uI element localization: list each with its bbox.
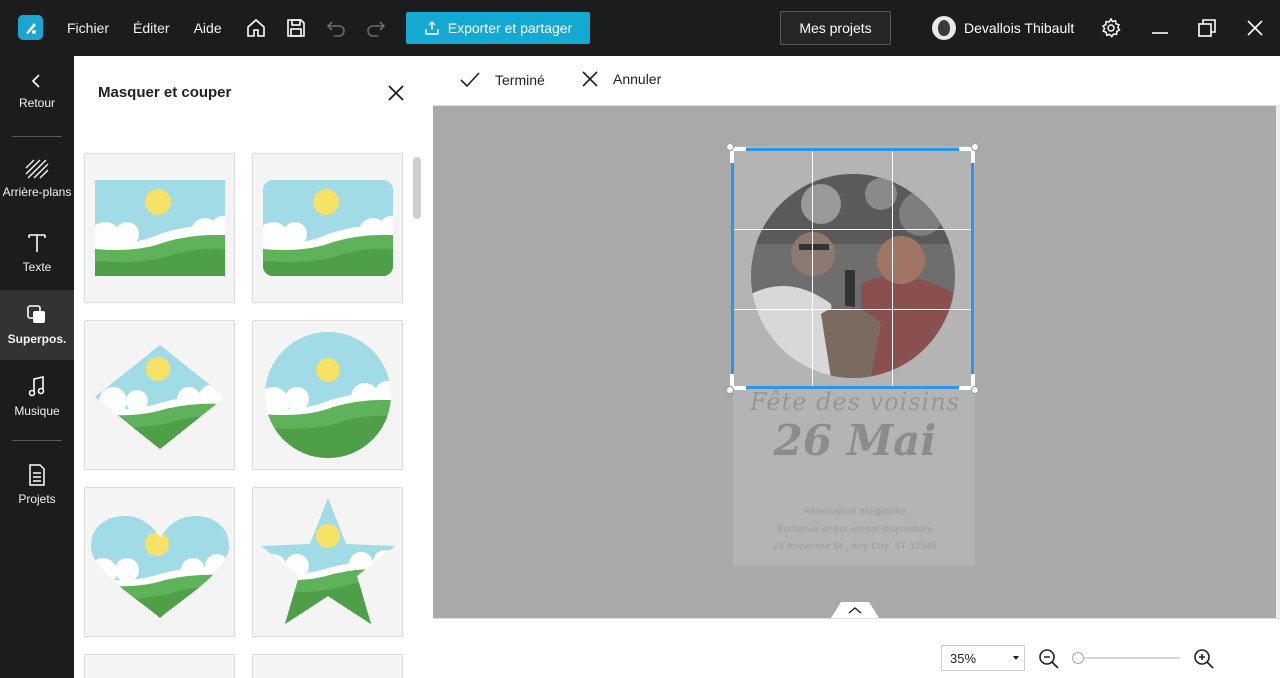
menu-edit[interactable]: Éditer — [133, 20, 170, 36]
top-bar: Fichier Éditer Aide Exporter et partager… — [0, 0, 1280, 56]
done-button[interactable]: Terminé — [459, 70, 545, 90]
rail-item-backgrounds[interactable]: Arrière-plans — [0, 144, 74, 214]
restore-window-icon[interactable] — [1196, 17, 1218, 39]
app-window: Fichier Éditer Aide Exporter et partager… — [0, 0, 1280, 678]
app-logo-icon — [18, 15, 43, 40]
scrollbar-thumb[interactable] — [413, 157, 421, 219]
mask-shape-circle[interactable] — [252, 320, 403, 470]
mask-shape-more[interactable] — [84, 654, 235, 678]
undo-icon[interactable] — [325, 17, 347, 39]
zoom-value: 35% — [950, 650, 977, 666]
panel-title: Masquer et couper — [98, 84, 232, 101]
close-window-icon[interactable] — [1244, 17, 1266, 39]
upload-icon — [425, 21, 439, 35]
crop-toolbar: Terminé Annuler — [433, 56, 1280, 106]
close-icon[interactable] — [386, 83, 406, 103]
zoom-slider-track[interactable] — [1078, 657, 1180, 659]
user-account[interactable]: Devallois Thibault — [932, 16, 1074, 40]
close-icon — [582, 71, 598, 87]
cancel-button[interactable]: Annuler — [581, 70, 661, 88]
rail-item-text-label: Texte — [22, 260, 52, 274]
mask-crop-panel: Masquer et couper — [74, 56, 433, 678]
flyer-line-3[interactable]: 23 Anywhere St., Any City, ST 12345 — [725, 541, 985, 551]
rail-item-overlays[interactable]: Superpos. — [0, 290, 74, 360]
editor-canvas[interactable]: Fête des voisins 26 Mai Réservation obli… — [433, 106, 1276, 618]
document-icon — [29, 464, 45, 486]
rail-item-back[interactable]: Retour — [0, 56, 74, 126]
menu-help[interactable]: Aide — [194, 20, 222, 36]
save-icon[interactable] — [285, 17, 307, 39]
crop-grid-line — [892, 151, 893, 386]
gear-icon[interactable] — [1100, 17, 1122, 39]
minimize-icon[interactable] — [1149, 17, 1171, 39]
my-projects-button[interactable]: Mes projets — [780, 11, 891, 45]
mask-shape-star[interactable] — [252, 487, 403, 637]
rail-item-projects[interactable]: Projets — [0, 450, 74, 520]
rail-item-projects-label: Projets — [18, 492, 56, 506]
crop-grid-line — [812, 151, 813, 386]
collapse-timeline-button[interactable] — [831, 602, 879, 618]
flyer-line-2[interactable]: Barbecue et bar seront disponibles — [725, 524, 985, 534]
overlay-icon — [27, 305, 45, 323]
panel-scrollbar[interactable] — [412, 151, 422, 678]
rail-divider — [12, 136, 62, 137]
mask-shape-more[interactable] — [252, 654, 403, 678]
mask-shape-rounded-rectangle[interactable] — [252, 153, 403, 303]
bottom-bar: 35% — [433, 618, 1280, 678]
flyer-script-title[interactable]: Fête des voisins — [725, 388, 985, 416]
mask-shape-rectangle[interactable] — [84, 153, 235, 303]
rail-item-text[interactable]: Texte — [0, 218, 74, 288]
left-rail: Retour Arrière-plans Texte Superpos. Mus… — [0, 56, 74, 678]
user-name: Devallois Thibault — [964, 20, 1075, 36]
menu-bar: Fichier Éditer Aide — [67, 0, 222, 56]
rail-item-back-label: Retour — [18, 96, 56, 110]
export-share-label: Exporter et partager — [447, 20, 573, 36]
canvas-edge — [1276, 106, 1280, 618]
chevron-left-icon — [31, 74, 40, 88]
flyer-date[interactable]: 26 Mai — [725, 416, 985, 465]
zoom-slider-thumb[interactable] — [1072, 652, 1084, 664]
menu-file[interactable]: Fichier — [67, 20, 109, 36]
hatch-background-icon — [25, 159, 49, 179]
rail-item-backgrounds-label: Arrière-plans — [2, 185, 72, 199]
done-label: Terminé — [495, 72, 545, 88]
home-icon[interactable] — [245, 17, 267, 39]
checkmark-icon — [460, 72, 480, 88]
flyer-line-1[interactable]: Réservation obligatoire — [725, 506, 985, 516]
my-projects-label: Mes projets — [799, 20, 872, 36]
rotate-handle[interactable] — [726, 386, 734, 394]
rail-item-overlays-label: Superpos. — [7, 332, 67, 346]
crop-grid-line — [734, 229, 971, 230]
zoom-out-icon[interactable] — [1038, 648, 1060, 670]
rotate-handle[interactable] — [971, 386, 979, 394]
rail-divider — [12, 440, 62, 441]
mask-shape-heart[interactable] — [84, 487, 235, 637]
crop-grid-line — [734, 309, 971, 310]
zoom-select[interactable]: 35% — [941, 645, 1025, 671]
rotate-handle[interactable] — [971, 143, 979, 151]
mask-shape-diamond[interactable] — [84, 320, 235, 470]
redo-icon[interactable] — [365, 17, 387, 39]
chevron-down-icon — [1013, 656, 1019, 660]
rotate-handle[interactable] — [726, 143, 734, 151]
crop-frame[interactable] — [726, 143, 979, 394]
zoom-in-icon[interactable] — [1193, 648, 1215, 670]
music-note-icon — [28, 376, 45, 397]
text-icon — [28, 234, 46, 252]
avatar — [932, 16, 956, 40]
cancel-label: Annuler — [613, 71, 662, 87]
export-share-button[interactable]: Exporter et partager — [406, 12, 590, 44]
rail-item-music[interactable]: Musique — [0, 362, 74, 432]
rail-item-music-label: Musique — [14, 404, 60, 418]
